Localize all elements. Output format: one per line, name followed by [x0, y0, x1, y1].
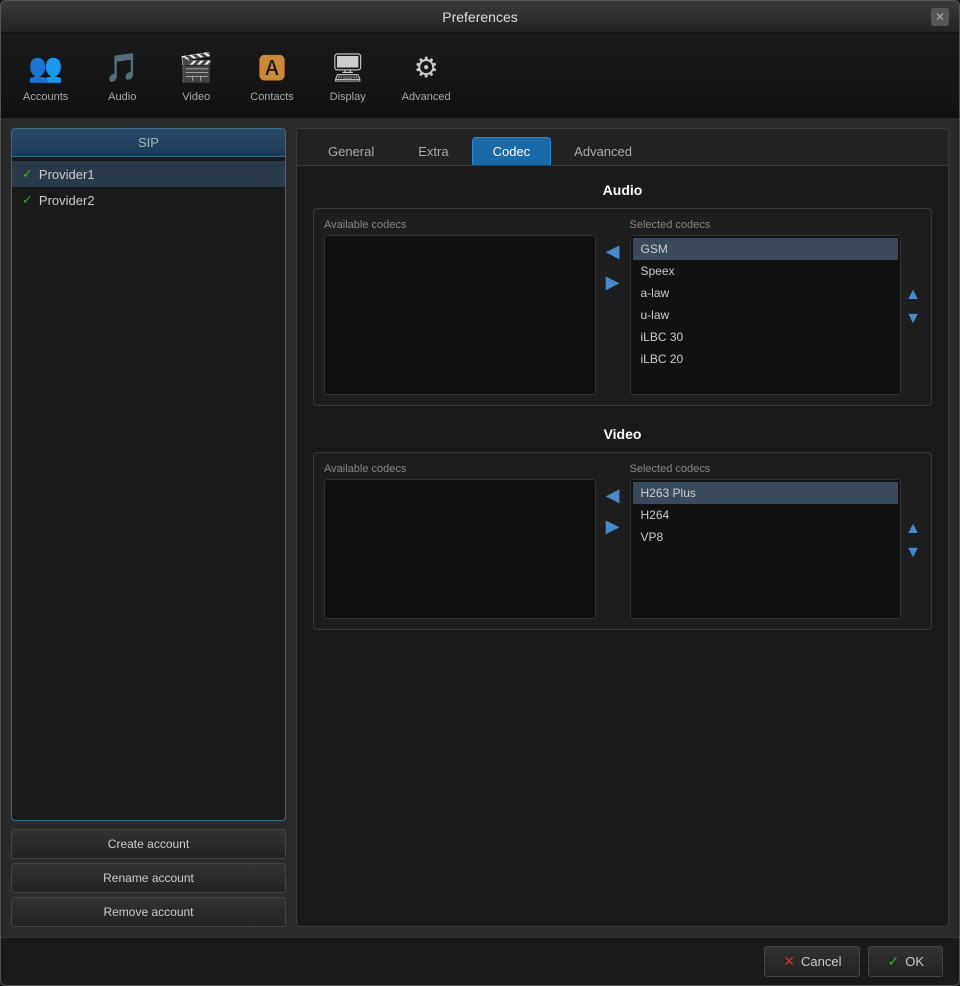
- bottom-bar: ✕ Cancel ✓ OK: [1, 937, 959, 985]
- audio-codec-ulaw[interactable]: u-law: [633, 304, 899, 326]
- tab-content: Audio Available codecs: [297, 166, 948, 926]
- content-area: SIP ✓ Provider1 ✓ Provider2 Create accou…: [1, 118, 959, 937]
- check-icon-provider1: ✓: [22, 166, 33, 182]
- audio-available-list[interactable]: [324, 235, 596, 395]
- video-section: Video Available codecs: [313, 426, 932, 630]
- ok-button[interactable]: ✓ OK: [868, 946, 943, 977]
- audio-move-down-button[interactable]: ▼: [905, 310, 921, 328]
- audio-section: Audio Available codecs: [313, 182, 932, 406]
- toolbar-advanced-label: Advanced: [402, 91, 451, 103]
- video-codec-h264[interactable]: H264: [633, 504, 899, 526]
- audio-move-left-button[interactable]: ◀: [604, 239, 622, 264]
- video-selected-list[interactable]: H263 Plus H264 VP8: [630, 479, 902, 619]
- toolbar-advanced[interactable]: ⚙ Advanced: [390, 41, 463, 109]
- audio-codec-ilbc30[interactable]: iLBC 30: [633, 326, 899, 348]
- toolbar-video[interactable]: 🎬 Video: [164, 41, 228, 109]
- window-title: Preferences: [442, 9, 517, 25]
- audio-available-label: Available codecs: [324, 219, 596, 231]
- video-selected-col: Selected codecs H263 Plus H264 VP8: [630, 463, 902, 619]
- video-codec-vp8[interactable]: VP8: [633, 526, 899, 548]
- tab-extra[interactable]: Extra: [397, 137, 469, 165]
- display-icon: 🖥: [328, 47, 368, 87]
- tab-advanced[interactable]: Advanced: [553, 137, 653, 165]
- video-available-col: Available codecs: [324, 463, 596, 619]
- audio-transfer-arrows: ◀ ▶: [604, 219, 622, 295]
- audio-move-up-button[interactable]: ▲: [905, 286, 921, 304]
- sidebar-action-buttons: Create account Rename account Remove acc…: [11, 829, 286, 927]
- provider-list: ✓ Provider1 ✓ Provider2: [12, 157, 285, 217]
- audio-codec-main: Available codecs ◀ ▶: [324, 219, 901, 395]
- check-icon-provider2: ✓: [22, 192, 33, 208]
- video-move-up-button[interactable]: ▲: [905, 520, 921, 538]
- toolbar-accounts-label: Accounts: [23, 91, 68, 103]
- rename-account-button[interactable]: Rename account: [11, 863, 286, 893]
- audio-codec-speex[interactable]: Speex: [633, 260, 899, 282]
- audio-codec-gsm[interactable]: GSM: [633, 238, 899, 260]
- video-codec-row: Available codecs ◀ ▶: [324, 463, 901, 619]
- audio-selected-label: Selected codecs: [630, 219, 902, 231]
- video-codec-main: Available codecs ◀ ▶: [324, 463, 901, 619]
- video-codec-wrapper: Available codecs ◀ ▶: [324, 463, 921, 619]
- advanced-icon: ⚙: [406, 47, 446, 87]
- audio-codec-box: Available codecs ◀ ▶: [313, 208, 932, 406]
- close-button[interactable]: ✕: [931, 8, 949, 26]
- audio-move-right-button[interactable]: ▶: [604, 270, 622, 295]
- toolbar-display[interactable]: 🖥 Display: [316, 41, 380, 109]
- audio-codec-ilbc20[interactable]: iLBC 20: [633, 348, 899, 370]
- preferences-window: Preferences ✕ 👥 Accounts 🎵 Audio 🎬 Video…: [0, 0, 960, 986]
- contacts-icon: 🅰: [252, 47, 292, 87]
- video-available-list[interactable]: [324, 479, 596, 619]
- cancel-x-icon: ✕: [783, 953, 795, 970]
- audio-selected-list[interactable]: GSM Speex a-law u-law iLBC 30 iLBC 20: [630, 235, 902, 395]
- accounts-icon: 👥: [26, 47, 66, 87]
- ok-label: OK: [905, 954, 924, 969]
- audio-codec-wrapper: Available codecs ◀ ▶: [324, 219, 921, 395]
- provider2-label: Provider2: [39, 193, 95, 208]
- toolbar-audio[interactable]: 🎵 Audio: [90, 41, 154, 109]
- video-updown-arrows: ▲ ▼: [905, 463, 921, 619]
- provider1-label: Provider1: [39, 167, 95, 182]
- tab-codec[interactable]: Codec: [472, 137, 552, 165]
- main-panel: General Extra Codec Advanced Audio: [296, 128, 949, 927]
- video-selected-label: Selected codecs: [630, 463, 902, 475]
- video-codec-h263plus[interactable]: H263 Plus: [633, 482, 899, 504]
- toolbar-contacts-label: Contacts: [250, 91, 293, 103]
- video-move-left-button[interactable]: ◀: [604, 483, 622, 508]
- cancel-button[interactable]: ✕ Cancel: [764, 946, 860, 977]
- audio-codec-row: Available codecs ◀ ▶: [324, 219, 901, 395]
- audio-selected-col: Selected codecs GSM Speex a-law u-law iL…: [630, 219, 902, 395]
- audio-icon: 🎵: [102, 47, 142, 87]
- video-move-down-button[interactable]: ▼: [905, 544, 921, 562]
- toolbar-audio-label: Audio: [108, 91, 136, 103]
- video-available-label: Available codecs: [324, 463, 596, 475]
- video-codec-box: Available codecs ◀ ▶: [313, 452, 932, 630]
- title-bar: Preferences ✕: [1, 1, 959, 33]
- remove-account-button[interactable]: Remove account: [11, 897, 286, 927]
- tab-general[interactable]: General: [307, 137, 395, 165]
- audio-updown-arrows: ▲ ▼: [905, 219, 921, 395]
- toolbar-contacts[interactable]: 🅰 Contacts: [238, 41, 305, 109]
- video-move-right-button[interactable]: ▶: [604, 514, 622, 539]
- tab-bar: General Extra Codec Advanced: [297, 129, 948, 166]
- sip-header: SIP: [12, 129, 285, 157]
- audio-codec-alaw[interactable]: a-law: [633, 282, 899, 304]
- toolbar-video-label: Video: [182, 91, 210, 103]
- ok-check-icon: ✓: [887, 953, 899, 970]
- sidebar-item-provider2[interactable]: ✓ Provider2: [12, 187, 285, 213]
- sidebar: SIP ✓ Provider1 ✓ Provider2 Create accou…: [11, 128, 286, 927]
- create-account-button[interactable]: Create account: [11, 829, 286, 859]
- video-icon: 🎬: [176, 47, 216, 87]
- audio-section-title: Audio: [313, 182, 932, 198]
- toolbar-accounts[interactable]: 👥 Accounts: [11, 41, 80, 109]
- video-section-title: Video: [313, 426, 932, 442]
- toolbar-display-label: Display: [330, 91, 366, 103]
- sidebar-item-provider1[interactable]: ✓ Provider1: [12, 161, 285, 187]
- video-transfer-arrows: ◀ ▶: [604, 463, 622, 539]
- audio-available-col: Available codecs: [324, 219, 596, 395]
- toolbar: 👥 Accounts 🎵 Audio 🎬 Video 🅰 Contacts 🖥 …: [1, 33, 959, 118]
- cancel-label: Cancel: [801, 954, 841, 969]
- sip-panel: SIP ✓ Provider1 ✓ Provider2: [11, 128, 286, 821]
